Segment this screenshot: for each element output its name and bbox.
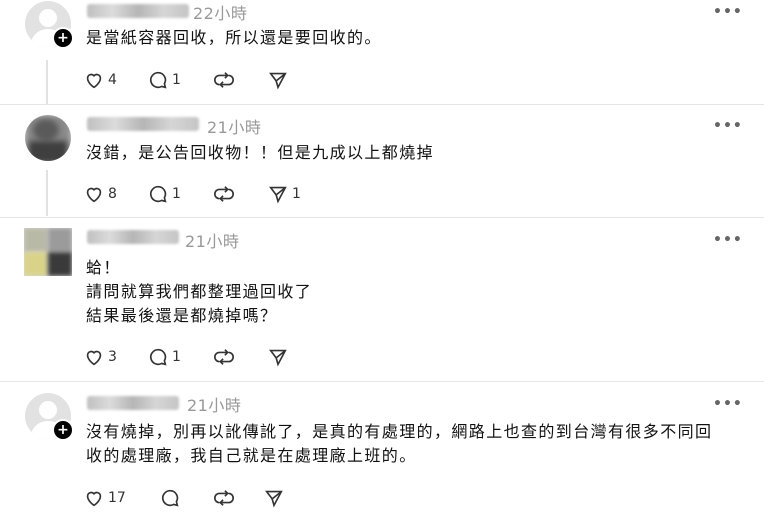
avatar[interactable] (25, 115, 71, 161)
share-button[interactable]: 1 (267, 183, 301, 205)
thread-line (46, 284, 48, 384)
post-text: 沒錯，是公告回收物！！但是九成以上都燒掉 (86, 141, 434, 165)
repost-button[interactable] (213, 183, 238, 205)
repost-icon (214, 72, 234, 88)
comment-count: 1 (172, 349, 181, 365)
like-count: 8 (108, 186, 117, 202)
share-count: 1 (292, 186, 301, 202)
post-text: 沒有燒掉，別再以訛傳訛了，是真的有處理的，網路上也查的到台灣有很多不同回 收的處… (86, 420, 712, 468)
share-button[interactable] (267, 69, 292, 91)
divider (0, 217, 764, 218)
send-icon (265, 490, 283, 508)
thread-line (46, 60, 48, 104)
heart-icon (86, 73, 102, 89)
send-icon (269, 349, 287, 367)
post-text-line: 蛤！ (86, 258, 121, 277)
thread-line (46, 170, 48, 216)
post-text: 是當紙容器回收，所以還是要回收的。 (86, 26, 382, 50)
like-button[interactable]: 8 (83, 183, 117, 205)
like-count: 17 (108, 490, 126, 506)
more-options-icon[interactable]: ••• (713, 4, 743, 20)
comment-button[interactable]: 1 (147, 346, 181, 368)
more-options-icon[interactable]: ••• (713, 396, 743, 412)
repost-button[interactable] (213, 346, 238, 368)
comment-bubble-icon (149, 348, 167, 366)
comment-bubble-icon (149, 185, 167, 203)
repost-icon (214, 349, 234, 365)
heart-icon (86, 350, 102, 366)
send-icon (269, 72, 287, 90)
timestamp: 21小時 (207, 118, 262, 137)
timestamp: 21小時 (187, 396, 242, 415)
post-text-line: 是當紙容器回收，所以還是要回收的。 (86, 28, 382, 47)
more-options-icon[interactable]: ••• (713, 118, 743, 134)
repost-icon (214, 490, 234, 506)
divider (0, 381, 764, 382)
post-text: 蛤！ 請問就算我們都整理過回收了 結果最後還是都燒掉嗎？ (86, 256, 312, 328)
follow-plus-icon[interactable]: + (52, 419, 74, 441)
username[interactable] (87, 4, 189, 18)
comment-count: 1 (172, 186, 181, 202)
like-button[interactable]: 3 (83, 346, 117, 368)
comment-count: 1 (172, 72, 181, 88)
post-text-line: 收的處理廠，我自己就是在處理廠上班的。 (86, 446, 417, 465)
more-options-icon[interactable]: ••• (713, 232, 743, 248)
comment-button[interactable] (159, 487, 184, 509)
share-button[interactable] (267, 346, 292, 368)
comment-button[interactable]: 1 (147, 69, 181, 91)
post-text-line: 結果最後還是都燒掉嗎？ (86, 306, 278, 325)
timestamp: 21小時 (185, 232, 240, 251)
like-button[interactable]: 17 (83, 487, 126, 509)
repost-icon (214, 186, 234, 202)
post-text-line: 請問就算我們都整理過回收了 (86, 282, 313, 301)
comment-button[interactable]: 1 (147, 183, 181, 205)
username[interactable] (87, 396, 179, 410)
username[interactable] (87, 117, 199, 131)
send-icon (269, 186, 287, 204)
divider (0, 104, 764, 105)
share-button[interactable] (263, 487, 288, 509)
heart-icon (86, 491, 102, 507)
post-text-line: 沒錯，是公告回收物！！但是九成以上都燒掉 (86, 143, 435, 162)
repost-button[interactable] (213, 69, 238, 91)
repost-button[interactable] (213, 487, 238, 509)
like-count: 4 (108, 72, 117, 88)
timestamp: 22小時 (193, 4, 248, 23)
comment-bubble-icon (149, 71, 167, 89)
comment-bubble-icon (161, 489, 179, 507)
like-count: 3 (108, 349, 117, 365)
username[interactable] (87, 230, 179, 244)
post-text-line: 沒有燒掉，別再以訛傳訛了，是真的有處理的，網路上也查的到台灣有很多不同回 (86, 422, 713, 441)
avatar[interactable] (24, 228, 72, 276)
heart-icon (86, 187, 102, 203)
like-button[interactable]: 4 (83, 69, 117, 91)
follow-plus-icon[interactable]: + (52, 27, 74, 49)
